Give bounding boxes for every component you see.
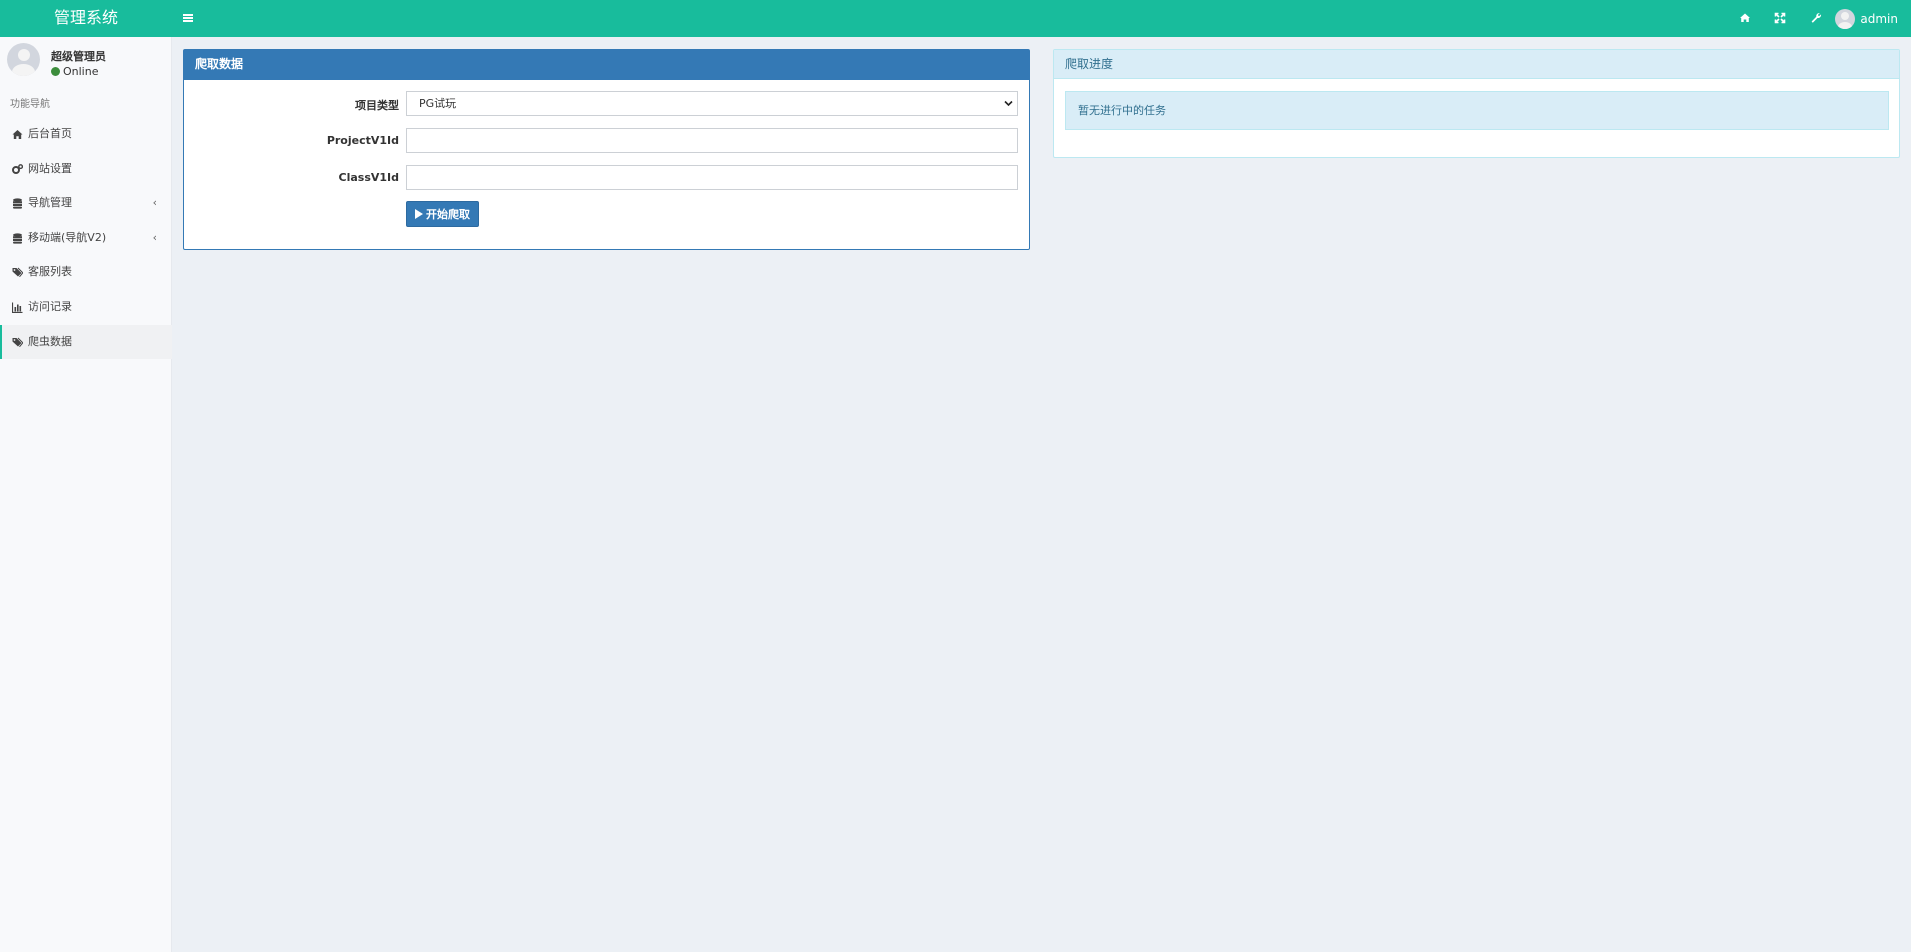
database-icon [13,198,22,209]
sidebar-item-label: 移动端(导航V2) [28,230,107,244]
nav-header: 功能导航 [10,99,50,110]
user-status: Online [51,65,98,78]
sidebar-item-customer-service[interactable]: 客服列表 [0,255,172,290]
user-menu[interactable]: admin [1835,8,1898,30]
form-row-class-id: ClassV1Id [184,165,1029,191]
no-task-alert: 暂无进行中的任务 [1065,91,1889,130]
sidebar-menu: 后台首页 网站设置 导航管理 ‹ 移动端(导航V2) ‹ 客服列表 访问记录 爬… [0,117,172,360]
home-icon[interactable] [1735,8,1755,28]
sidebar-item-label: 网站设置 [28,161,72,175]
play-icon [415,209,423,219]
tags-icon [12,337,23,347]
online-status-icon [51,67,60,76]
sidebar-item-label: 后台首页 [28,127,72,140]
form-row-project-type: 项目类型 PG试玩 [184,91,1029,117]
sidebar-item-visit-records[interactable]: 访问记录 [0,290,172,325]
project-id-input[interactable] [406,128,1018,153]
panel-title: 爬取进度 [1054,50,1899,79]
avatar [1835,9,1856,29]
sidebar-item-site-settings[interactable]: 网站设置 [0,152,172,187]
user-status-text: Online [63,65,99,78]
sidebar-toggle-button[interactable] [179,9,197,27]
cogs-icon [12,163,23,174]
project-id-label: ProjectV1Id [326,134,399,147]
sidebar-item-label: 客服列表 [28,265,72,279]
tags-icon [12,268,23,278]
sidebar-item-label: 爬虫数据 [28,334,72,348]
start-crawl-button[interactable]: 开始爬取 [406,201,479,227]
menu-icon [183,14,193,16]
crawl-data-panel: 爬取数据 项目类型 PG试玩 ProjectV1Id ClassV1Id 开始爬… [183,49,1030,250]
project-type-select[interactable]: PG试玩 [406,91,1018,116]
crawl-progress-panel: 爬取进度 暂无进行中的任务 [1053,49,1900,158]
database-icon [13,233,22,244]
bar-chart-icon [12,302,23,313]
top-header: 管理系统 admin [0,0,1911,37]
class-id-input[interactable] [406,165,1018,190]
sidebar: 超级管理员 Online 功能导航 后台首页 网站设置 导航管理 ‹ 移动端(导… [0,37,172,952]
menu-icon-bar [183,17,193,19]
sidebar-item-nav-management[interactable]: 导航管理 ‹ [0,186,172,221]
sidebar-item-dashboard[interactable]: 后台首页 [0,117,172,152]
header-username: admin [1860,12,1898,26]
project-type-value: PG试玩 [419,97,457,110]
sidebar-item-label: 导航管理 [28,196,72,210]
start-crawl-label: 开始爬取 [426,208,470,221]
sidebar-item-label: 访问记录 [28,299,72,313]
sidebar-item-crawler-data[interactable]: 爬虫数据 [0,324,172,360]
sidebar-item-mobile-nav[interactable]: 移动端(导航V2) ‹ [0,221,172,256]
user-panel: 超级管理员 Online [0,37,172,85]
fullscreen-icon[interactable] [1770,8,1790,28]
wrench-icon[interactable] [1806,8,1826,28]
user-name: 超级管理员 [51,50,106,63]
project-type-label: 项目类型 [355,99,399,112]
chevron-down-icon [1004,100,1013,107]
app-logo[interactable]: 管理系统 [0,0,172,37]
avatar [7,43,40,76]
menu-icon-bar [183,20,193,22]
class-id-label: ClassV1Id [338,171,400,184]
panel-title: 爬取数据 [184,50,1029,80]
home-icon [12,130,23,139]
form-row-project-id: ProjectV1Id [184,128,1029,154]
chevron-left-icon: ‹ [152,196,157,210]
chevron-left-icon: ‹ [152,230,157,244]
